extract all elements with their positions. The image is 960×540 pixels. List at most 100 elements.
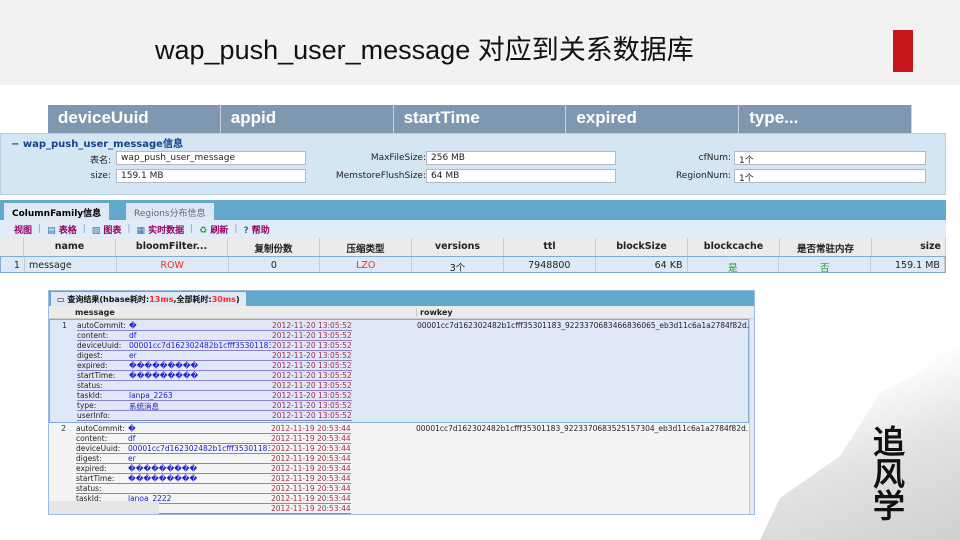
field-value[interactable]: 256 MB xyxy=(426,151,616,165)
field-key: type: xyxy=(77,401,97,410)
field-value: 00001cc7d162302482b1cfff35301183 xyxy=(128,444,270,453)
record-field: digest: er 2012-11-20 13:05:52 xyxy=(77,351,352,361)
field-key: content: xyxy=(76,434,108,443)
field-label: cfNum: xyxy=(698,153,731,163)
column-header[interactable]: bloomFilter... xyxy=(116,238,228,256)
field-value[interactable]: 1个 xyxy=(734,169,926,184)
field-timestamp: 2012-11-19 20:53:44 xyxy=(271,474,351,483)
column-header[interactable]: blockSize xyxy=(596,238,688,256)
field-value[interactable]: 159.1 MB xyxy=(116,169,306,183)
field-key: digest: xyxy=(77,351,103,360)
cell: 是 xyxy=(688,257,780,272)
info-panel-title[interactable]: − wap_push_user_message信息 xyxy=(11,135,183,150)
field-value: df xyxy=(129,331,137,340)
field-key: taskId: xyxy=(77,391,103,400)
ink-landscape-decoration xyxy=(760,330,960,540)
mapping-column-header: type... xyxy=(739,105,912,133)
column-header[interactable]: size xyxy=(872,238,946,256)
cell: message xyxy=(25,257,117,272)
toolbar-button-refresh[interactable]: ♻ 刷新 xyxy=(199,223,228,236)
toolbar-label: 表格 xyxy=(58,225,77,236)
toolbar-button-view[interactable]: 视图 xyxy=(14,223,32,236)
relational-column-header: deviceUuid appid startTime expired type... xyxy=(48,105,912,133)
field-value: er xyxy=(129,351,137,360)
cell: 0 xyxy=(229,257,321,272)
cell: 3个 xyxy=(412,257,504,272)
field-label: MaxFileSize: xyxy=(370,153,426,163)
field-key: startTime: xyxy=(77,371,116,380)
column-header[interactable]: 复制份数 xyxy=(228,238,320,256)
field-key: status: xyxy=(76,484,102,493)
field-value[interactable]: wap_push_user_message xyxy=(116,151,306,165)
column-header[interactable]: 压缩类型 xyxy=(320,238,412,256)
cf-table-header: name bloomFilter... 复制份数 压缩类型 versions ttl blo… xyxy=(0,238,946,256)
toolbar-separator: | xyxy=(38,224,42,234)
cell: LZO xyxy=(320,257,413,272)
record-field: expired: ��������� 2012-11-20 13:05:52 xyxy=(77,361,352,371)
query-result-tab[interactable]: ▭ 查询结果(hbase耗时:13ms,全部耗时:30ms) xyxy=(51,292,246,306)
tab-text: ,全部耗时: xyxy=(173,295,212,304)
field-key: autoCommit: xyxy=(77,321,126,330)
column-header[interactable]: versions xyxy=(412,238,504,256)
field-key: digest: xyxy=(76,454,102,463)
record-field: expired: ��������� 2012-11-19 20:53:44 xyxy=(76,464,351,474)
field-timestamp: 2012-11-19 20:53:44 xyxy=(271,454,351,463)
toolbar-label: 刷新 xyxy=(210,225,229,236)
field-timestamp: 2012-11-20 13:05:52 xyxy=(272,391,352,400)
toolbar-label: 图表 xyxy=(103,225,122,236)
field-key: status: xyxy=(77,381,103,390)
field-value: df xyxy=(128,434,136,443)
toolbar-button-table[interactable]: ▤ 表格 xyxy=(47,223,77,236)
cell: 否 xyxy=(779,257,872,272)
field-label: RegionNum: xyxy=(675,171,731,181)
cell: 64 KB xyxy=(596,257,688,272)
field-value[interactable]: 64 MB xyxy=(426,169,616,183)
field-timestamp: 2012-11-19 20:53:44 xyxy=(271,444,351,453)
query-result-panel: ▭ 查询结果(hbase耗时:13ms,全部耗时:30ms) message r… xyxy=(48,290,755,515)
toolbar-button-chart[interactable]: ▨ 图表 xyxy=(92,223,122,236)
mapping-column-header: startTime xyxy=(394,105,567,133)
column-header[interactable]: ttl xyxy=(504,238,596,256)
field-key: deviceUuid: xyxy=(76,444,121,453)
column-header[interactable]: name xyxy=(24,238,116,256)
field-key: expired: xyxy=(77,361,108,370)
tab-text: ) xyxy=(235,295,240,304)
table-row[interactable]: 1 message ROW 0 LZO 3个 7948800 64 KB 是否 159.1 MB xyxy=(0,256,946,273)
toolbar-label: 实时数据 xyxy=(148,225,185,236)
field-value: ��������� xyxy=(129,371,199,380)
field-value[interactable]: 1个 xyxy=(734,151,926,166)
record-field: type: 系统消息 2012-11-20 13:05:52 xyxy=(77,401,352,411)
record-field: content: df 2012-11-19 20:53:44 xyxy=(76,434,351,444)
toolbar-button-help[interactable]: ? 帮助 xyxy=(243,223,269,236)
tab-regions[interactable]: Regions分布信息 xyxy=(126,203,214,220)
mapping-column-header: expired xyxy=(566,105,740,133)
field-timestamp: 2012-11-20 13:05:52 xyxy=(272,361,352,370)
rowkey-value: 00001cc7d162302482b1cfff35301183_9223370… xyxy=(416,424,753,433)
toolbar-button-grid[interactable]: ▦ 实时数据 xyxy=(136,223,184,236)
cell: 1 xyxy=(1,257,25,272)
record-field: startTime: ��������� 2012-11-19 20:53:44 xyxy=(76,474,351,484)
field-key: autoCommit: xyxy=(76,424,125,433)
column-header[interactable]: 是否常驻内存 xyxy=(780,238,872,256)
field-timestamp: 2012-11-20 13:05:52 xyxy=(272,321,352,330)
column-header[interactable]: blockcache xyxy=(688,238,780,256)
field-timestamp: 2012-11-19 20:53:44 xyxy=(271,464,351,473)
result-record[interactable]: 1 00001cc7d162302482b1cfff35301183_922337… xyxy=(49,319,754,423)
column-header[interactable] xyxy=(0,238,24,256)
record-field: status: 2012-11-20 13:05:52 xyxy=(77,381,352,391)
record-field: deviceUuid: 00001cc7d162302482b1cfff35301… xyxy=(76,444,351,454)
tab-text: 查询结果(hbase耗时: xyxy=(67,295,150,304)
field-timestamp: 2012-11-19 20:53:44 xyxy=(271,434,351,443)
field-timestamp: 2012-11-20 13:05:52 xyxy=(272,351,352,360)
record-field: autoCommit: � 2012-11-20 13:05:52 xyxy=(77,321,352,331)
field-label: size: xyxy=(90,171,111,181)
toolbar-separator: | xyxy=(190,224,194,234)
field-timestamp: 2012-11-20 13:05:52 xyxy=(272,331,352,340)
field-timestamp: 2012-11-19 20:53:44 xyxy=(271,494,351,503)
tab-columnfamily[interactable]: ColumnFamily信息 xyxy=(4,203,110,220)
field-timestamp: 2012-11-19 20:53:44 xyxy=(271,484,351,493)
scrollbar[interactable] xyxy=(749,319,754,514)
column-message: message xyxy=(75,308,115,317)
field-value: lanpa_2263 xyxy=(129,391,173,400)
record-field: status: 2012-11-19 20:53:44 xyxy=(76,484,351,494)
